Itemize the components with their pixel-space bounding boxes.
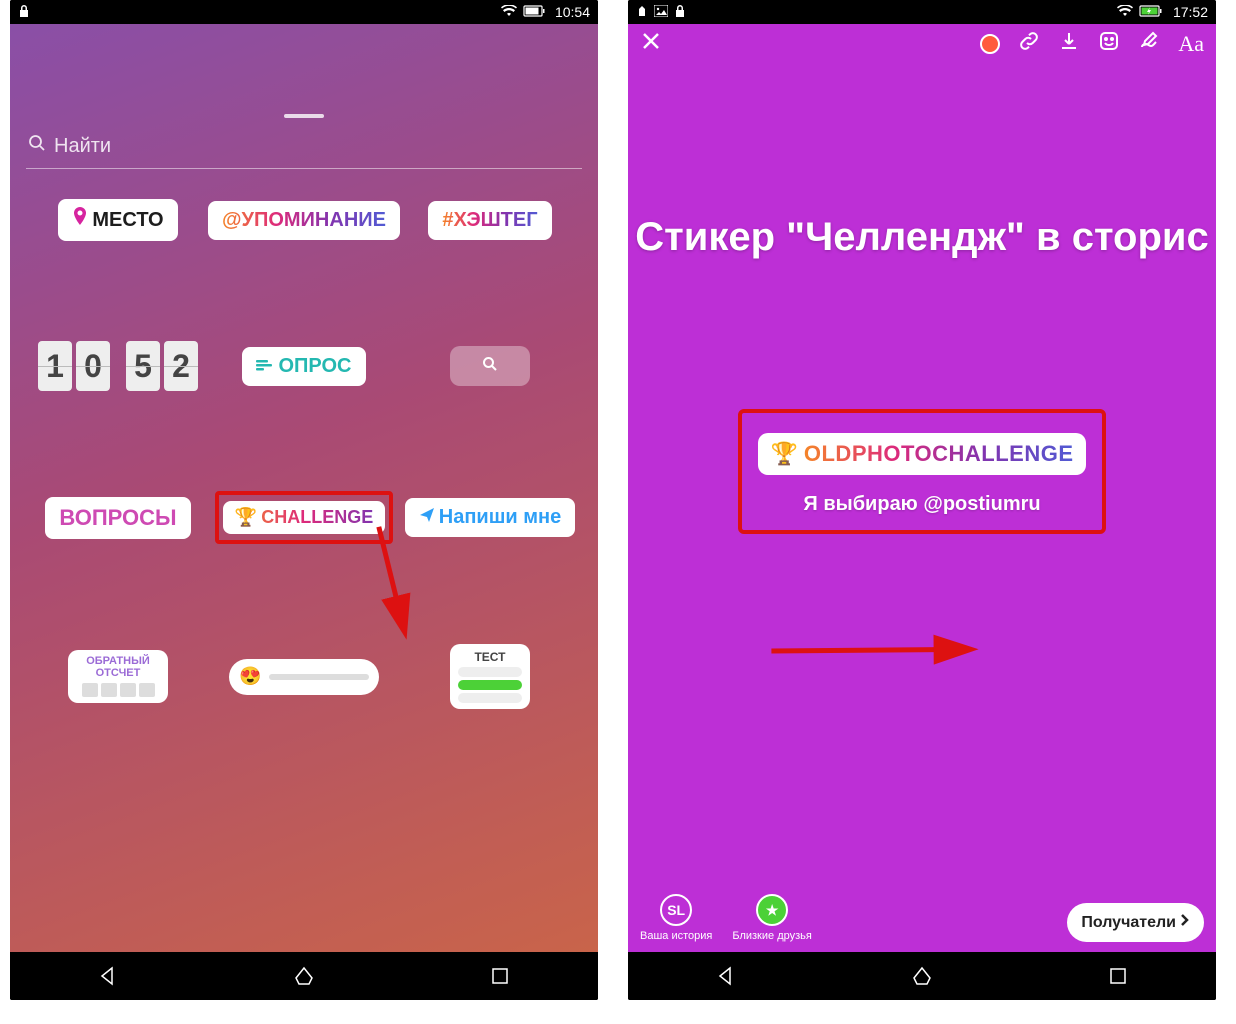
status-bar: 17:52: [628, 0, 1216, 24]
story-canvas: Aa Стикер "Челлендж" в сторис 🏆 OLDPHOTO…: [628, 24, 1216, 952]
your-story-button[interactable]: SL Ваша история: [640, 894, 712, 942]
send-icon: [419, 506, 435, 529]
status-time: 17:52: [1173, 4, 1208, 20]
sticker-icon[interactable]: [1098, 30, 1120, 58]
your-story-avatar-icon: SL: [660, 894, 692, 926]
clock-sticker[interactable]: 1 0 5 2: [38, 341, 198, 391]
close-friends-star-icon: ★: [756, 894, 788, 926]
gif-search-icon: [482, 356, 498, 377]
pin-icon: [72, 207, 88, 233]
quiz-sticker[interactable]: ТЕСТ: [450, 644, 530, 709]
stickers-grid: МЕСТО @УПОМИНАНИЕ #ХЭШТЕГ 1 0 5 2: [10, 169, 598, 739]
dm-me-label: Напиши мне: [439, 506, 561, 529]
text-tool[interactable]: Aa: [1178, 31, 1204, 57]
drag-handle[interactable]: [284, 114, 324, 118]
share-bar: SL Ваша история ★ Близкие друзья Получат…: [628, 894, 1216, 942]
gif-sticker[interactable]: [450, 346, 530, 386]
battery-icon: [523, 4, 545, 20]
annotation-arrow: [758, 533, 1019, 764]
hashtag-label: #ХЭШТЕГ: [442, 209, 537, 232]
quiz-label: ТЕСТ: [458, 650, 522, 664]
status-time: 10:54: [555, 4, 590, 20]
wifi-icon: [1117, 4, 1133, 20]
wifi-icon: [501, 4, 517, 20]
your-story-label: Ваша история: [640, 930, 712, 942]
search-icon: [28, 134, 46, 158]
left-phone-frame: 10:54 Найти МЕСТО @: [10, 0, 598, 1000]
battery-charging-icon: [1139, 4, 1163, 20]
clock-digit-4: 2: [164, 341, 198, 391]
poll-icon: [256, 355, 272, 378]
dm-me-sticker[interactable]: Напиши мне: [405, 498, 575, 537]
story-toolbar: Aa: [628, 30, 1216, 58]
record-indicator-icon: [980, 34, 1000, 54]
search-placeholder: Найти: [54, 135, 111, 158]
clock-digit-1: 1: [38, 341, 72, 391]
countdown-ticks: [76, 683, 160, 697]
draw-icon[interactable]: [1138, 30, 1160, 58]
questions-label: ВОПРОСЫ: [59, 505, 176, 531]
image-icon: [654, 4, 668, 20]
close-icon[interactable]: [640, 30, 662, 58]
sticker-sheet: Найти МЕСТО @УПОМИНАНИЕ #ХЭШТЕГ: [10, 104, 598, 952]
story-editor-body: Найти МЕСТО @УПОМИНАНИЕ #ХЭШТЕГ: [10, 24, 598, 952]
nav-recent-button[interactable]: [1088, 961, 1148, 991]
mention-label: @УПОМИНАНИЕ: [222, 209, 386, 232]
poll-label: ОПРОС: [278, 355, 351, 378]
hashtag-sticker[interactable]: #ХЭШТЕГ: [428, 201, 551, 240]
challenge-highlight-box: 🏆 OLDPHOTOCHALLENGE Я выбираю @postiumru: [738, 409, 1106, 534]
download-icon[interactable]: [1058, 30, 1080, 58]
sticker-search[interactable]: Найти: [10, 128, 598, 168]
challenge-sticker-applied[interactable]: 🏆 OLDPHOTOCHALLENGE: [758, 433, 1085, 475]
trophy-icon: 🏆: [770, 441, 797, 467]
emoji-slider-sticker[interactable]: 😍: [229, 659, 379, 695]
close-friends-label: Близкие друзья: [732, 930, 811, 942]
poll-sticker[interactable]: ОПРОС: [242, 347, 365, 386]
countdown-label: ОБРАТНЫЙ ОТСЧЕТ: [76, 656, 160, 679]
android-navbar: [10, 952, 598, 1000]
nav-back-button[interactable]: [696, 961, 756, 991]
challenge-text: OLDPHOTOCHALLENGE: [804, 441, 1074, 467]
nav-recent-button[interactable]: [470, 961, 530, 991]
lock-icon: [674, 4, 686, 21]
right-phone-frame: 17:52 Aa Стикер "Челлендж" в сторис: [628, 0, 1216, 1000]
close-friends-button[interactable]: ★ Близкие друзья: [732, 894, 811, 942]
location-sticker[interactable]: МЕСТО: [58, 199, 177, 241]
location-label: МЕСТО: [92, 209, 163, 232]
questions-sticker[interactable]: ВОПРОСЫ: [45, 497, 190, 539]
status-bar: 10:54: [10, 0, 598, 24]
mention-sticker[interactable]: @УПОМИНАНИЕ: [208, 201, 400, 240]
challenge-label: CHALLENGE: [261, 507, 373, 528]
debug-icon: [636, 4, 648, 21]
nav-back-button[interactable]: [78, 961, 138, 991]
recipients-button[interactable]: Получатели: [1067, 903, 1204, 942]
slider-track: [269, 674, 369, 680]
chevron-right-icon: [1180, 913, 1190, 932]
countdown-sticker[interactable]: ОБРАТНЫЙ ОТСЧЕТ: [68, 650, 168, 703]
nav-home-button[interactable]: [892, 961, 952, 991]
recipients-label: Получатели: [1081, 914, 1176, 932]
trophy-icon: 🏆: [235, 507, 257, 528]
challenge-sticker[interactable]: 🏆CHALLENGE: [223, 501, 385, 534]
lock-icon: [18, 4, 30, 21]
story-headline-text: Стикер "Челлендж" в сторис: [628, 214, 1216, 260]
nav-home-button[interactable]: [274, 961, 334, 991]
android-navbar: [628, 952, 1216, 1000]
clock-digit-3: 5: [126, 341, 160, 391]
clock-digit-2: 0: [76, 341, 110, 391]
challenge-nominee-text: Я выбираю @postiumru: [752, 493, 1092, 516]
link-icon[interactable]: [1018, 30, 1040, 58]
heart-eyes-emoji-icon: 😍: [239, 666, 261, 687]
